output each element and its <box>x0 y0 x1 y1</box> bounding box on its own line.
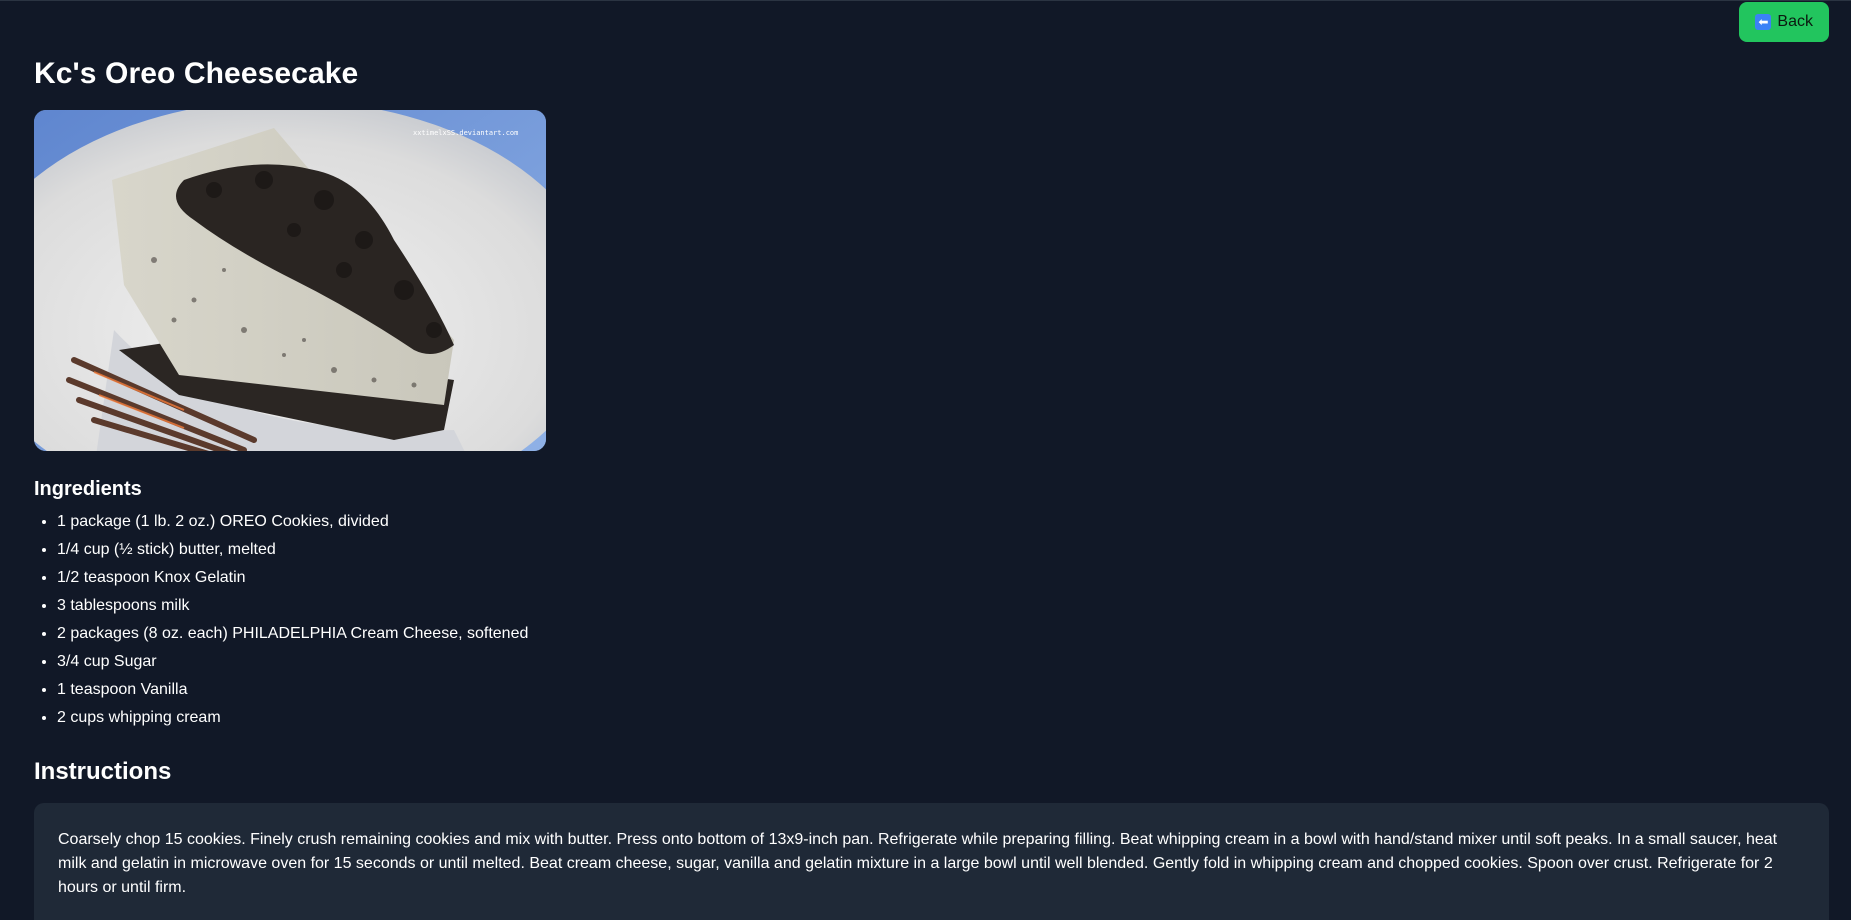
ingredient-item: 3 tablespoons milk <box>57 592 528 620</box>
back-button[interactable]: ⬅ Back <box>1739 2 1829 42</box>
ingredient-item: 1/2 teaspoon Knox Gelatin <box>57 564 528 592</box>
ingredient-item: 1 teaspoon Vanilla <box>57 676 528 704</box>
recipe-image: xxtimelxSS.deviantart.com <box>34 110 546 451</box>
ingredient-list: 1 package (1 lb. 2 oz.) OREO Cookies, di… <box>34 508 528 732</box>
left-arrow-icon: ⬅ <box>1755 14 1772 30</box>
back-button-label: Back <box>1777 13 1813 30</box>
image-watermark: xxtimelxSS.deviantart.com <box>413 129 518 137</box>
ingredients-heading: Ingredients <box>34 478 142 500</box>
ingredient-item: 2 cups whipping cream <box>57 704 528 732</box>
instructions-text: Coarsely chop 15 cookies. Finely crush r… <box>58 831 1778 896</box>
ingredient-item: 1 package (1 lb. 2 oz.) OREO Cookies, di… <box>57 508 528 536</box>
recipe-title: Kc's Oreo Cheesecake <box>34 57 359 90</box>
instructions-heading: Instructions <box>34 758 172 785</box>
top-divider <box>0 0 1851 1</box>
ingredient-item: 2 packages (8 oz. each) PHILADELPHIA Cre… <box>57 620 528 648</box>
ingredient-item: 3/4 cup Sugar <box>57 648 528 676</box>
cheesecake-photo: xxtimelxSS.deviantart.com <box>34 110 546 451</box>
ingredient-item: 1/4 cup (½ stick) butter, melted <box>57 536 528 564</box>
instructions-panel: Coarsely chop 15 cookies. Finely crush r… <box>34 803 1829 920</box>
recipe-page: ⬅ Back Kc's Oreo Cheesecake xxtimelxSS.d… <box>0 0 1851 920</box>
